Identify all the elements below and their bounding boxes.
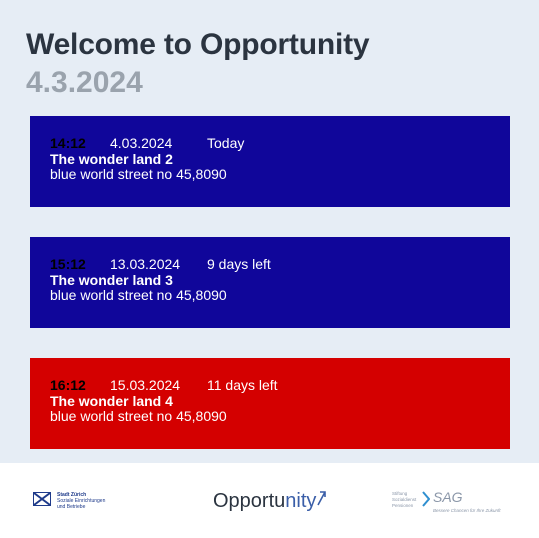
event-address: blue world street no 45,8090 xyxy=(50,408,227,424)
event-name: The wonder land 3 xyxy=(50,272,173,288)
logo-text: SAG xyxy=(433,489,463,505)
event-relative-days: 9 days left xyxy=(207,256,271,272)
event-time: 14:12 xyxy=(50,135,86,151)
sag-logo: Stiftung Sozialdienst Pensionen SAG Bess… xyxy=(392,489,512,515)
logo-text-accent: nity xyxy=(285,490,317,512)
page-title: Welcome to Opportunity xyxy=(26,28,370,61)
current-date: 4.3.2024 xyxy=(26,66,143,99)
logo-text: Bessere Chancen für Ihre Zukunft xyxy=(433,508,501,513)
event-card-2[interactable]: 15:12 13.03.2024 9 days left The wonder la… xyxy=(30,237,510,328)
logo-text: Opportu xyxy=(213,490,286,512)
event-address: blue world street no 45,8090 xyxy=(50,287,227,303)
logo-text: und Betriebe xyxy=(57,504,86,510)
event-card-3[interactable]: 16:12 15.03.2024 11 days left The wonder l… xyxy=(30,358,510,449)
chevron-right-icon xyxy=(422,491,430,507)
stadt-zurich-logo: Stadt Zürich Soziale Einrichtungen und B… xyxy=(33,491,123,513)
event-relative-days: Today xyxy=(207,135,245,151)
opportunity-logo: Opportunity xyxy=(213,490,327,513)
logo-text: Pensionen xyxy=(392,503,414,508)
event-date: 15.03.2024 xyxy=(110,377,181,393)
event-time: 16:12 xyxy=(50,377,86,393)
arrow-icon xyxy=(317,491,327,506)
logo-text: Stiftung xyxy=(392,491,408,496)
event-relative-days: 11 days left xyxy=(207,377,278,393)
event-name: The wonder land 4 xyxy=(50,393,173,409)
logo-text: Sozialdienst xyxy=(392,497,417,502)
event-card-1[interactable]: 14:12 4.03.2024 Today The wonder land 2 bl… xyxy=(30,116,510,207)
stadt-zurich-emblem-icon xyxy=(33,492,51,506)
event-date: 13.03.2024 xyxy=(110,256,181,272)
event-name: The wonder land 2 xyxy=(50,151,173,167)
event-address: blue world street no 45,8090 xyxy=(50,166,227,182)
event-date: 4.03.2024 xyxy=(110,135,173,151)
event-time: 15:12 xyxy=(50,256,86,272)
